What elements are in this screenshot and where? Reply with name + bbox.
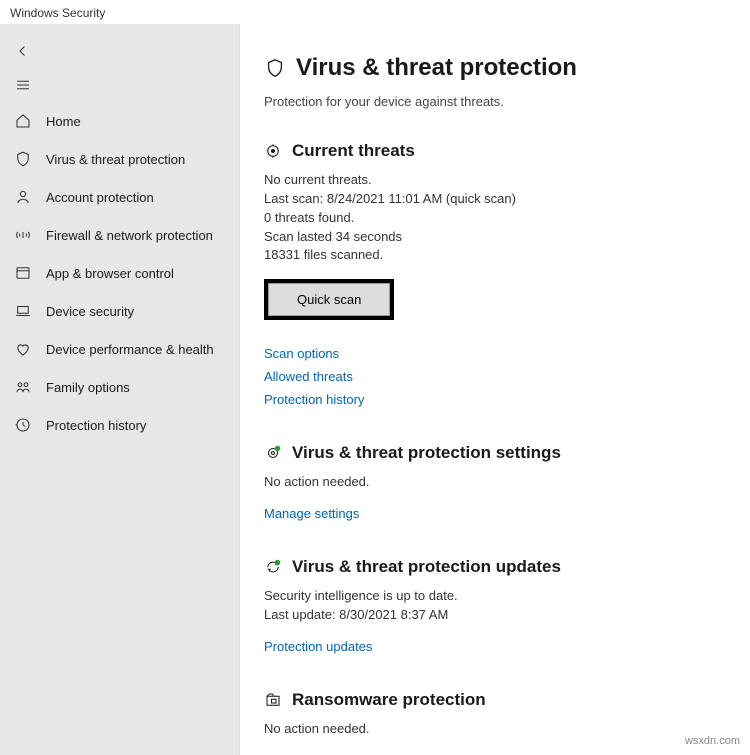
section-current-threats: Current threats No current threats. Last… [264,141,726,407]
scan-options-link[interactable]: Scan options [264,346,726,361]
sidebar-item-device-performance[interactable]: Device performance & health [0,330,239,368]
section-heading: Virus & threat protection updates [292,557,561,577]
history-icon [14,416,32,434]
sidebar-item-protection-history[interactable]: Protection history [0,406,239,444]
section-ransomware: Ransomware protection No action needed. … [264,690,726,755]
laptop-icon [14,302,32,320]
folder-lock-icon [264,691,282,709]
quick-scan-highlight: Quick scan [264,279,394,320]
shield-icon [14,150,32,168]
protection-updates-link[interactable]: Protection updates [264,639,726,654]
sidebar-item-label: Virus & threat protection [46,152,185,167]
scan-icon [264,142,282,160]
sidebar-item-account-protection[interactable]: Account protection [0,178,239,216]
section-updates: Virus & threat protection updates Securi… [264,557,726,654]
sidebar-item-label: Account protection [46,190,154,205]
status-text: Last update: 8/30/2021 8:37 AM [264,606,726,625]
sidebar-item-label: Device performance & health [46,342,214,357]
quick-scan-button[interactable]: Quick scan [268,283,390,316]
sidebar-item-label: Protection history [46,418,146,433]
section-heading: Current threats [292,141,415,161]
main-content: Virus & threat protection Protection for… [240,24,750,755]
manage-settings-link[interactable]: Manage settings [264,506,726,521]
sidebar-item-label: Firewall & network protection [46,228,213,243]
person-icon [14,188,32,206]
section-heading: Ransomware protection [292,690,486,710]
status-text: 18331 files scanned. [264,246,726,265]
menu-button[interactable] [0,68,239,102]
page-title: Virus & threat protection [296,54,577,82]
watermark: wsxdn.com [685,735,740,747]
signal-icon [14,226,32,244]
shield-icon [264,57,286,79]
sidebar-item-family-options[interactable]: Family options [0,368,239,406]
sidebar-item-label: Device security [46,304,134,319]
arrow-left-icon [14,42,32,60]
sidebar-item-virus-threat[interactable]: Virus & threat protection [0,140,239,178]
sidebar-item-label: Home [46,114,81,129]
update-ok-icon [264,558,282,576]
hamburger-icon [14,76,32,94]
sidebar-item-app-browser[interactable]: App & browser control [0,254,239,292]
page-subtitle: Protection for your device against threa… [264,94,726,109]
window-icon [14,264,32,282]
section-heading: Virus & threat protection settings [292,443,561,463]
status-text: No current threats. [264,171,726,190]
sidebar-item-device-security[interactable]: Device security [0,292,239,330]
sidebar-item-label: App & browser control [46,266,174,281]
status-text: Scan lasted 34 seconds [264,228,726,247]
family-icon [14,378,32,396]
status-text: No action needed. [264,473,726,492]
back-button[interactable] [0,34,239,68]
home-icon [14,112,32,130]
protection-history-link[interactable]: Protection history [264,392,726,407]
status-text: 0 threats found. [264,209,726,228]
sidebar-item-firewall[interactable]: Firewall & network protection [0,216,239,254]
sidebar-item-label: Family options [46,380,130,395]
allowed-threats-link[interactable]: Allowed threats [264,369,726,384]
status-text: Last scan: 8/24/2021 11:01 AM (quick sca… [264,190,726,209]
status-text: No action needed. [264,720,726,739]
status-text: Security intelligence is up to date. [264,587,726,606]
sidebar-item-home[interactable]: Home [0,102,239,140]
sidebar: Home Virus & threat protection Account p… [0,24,240,755]
gear-ok-icon [264,444,282,462]
heart-icon [14,340,32,358]
section-settings: Virus & threat protection settings No ac… [264,443,726,521]
window-title: Windows Security [0,0,750,24]
